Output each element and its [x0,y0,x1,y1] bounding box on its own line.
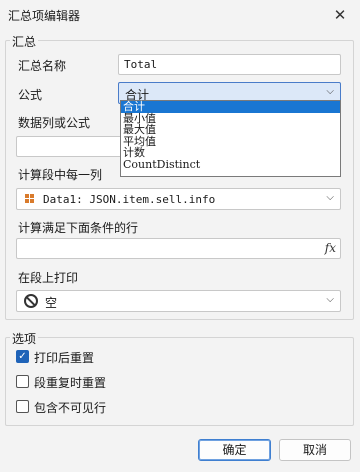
prohibited-icon [24,294,38,308]
checkbox[interactable] [16,375,29,388]
data-source-icon [25,194,35,204]
calc-each-select[interactable]: Data1: JSON.item.sell.info ⌵ [16,188,341,210]
condition-input[interactable]: fx [16,238,341,259]
summary-name-input[interactable]: Total [118,54,341,75]
dropdown-option[interactable]: 合计 [121,101,340,113]
checkbox[interactable] [16,400,29,413]
condition-label: 计算满足下面条件的行 [18,221,139,235]
fx-icon[interactable]: fx [325,241,336,256]
formula-dropdown-list: 合计 最小值 最大值 平均值 计数 CountDistinct [120,100,341,177]
print-on-label: 在段上打印 [18,271,79,285]
option-label: 段重复时重置 [34,376,107,390]
option-label: 包含不可见行 [34,401,107,415]
dropdown-option[interactable]: CountDistinct [121,159,340,171]
calc-each-label: 计算段中每一列 [18,168,103,182]
close-icon[interactable]: ✕ [320,0,360,30]
window-title: 汇总项编辑器 [8,9,81,23]
options-group-label: 选项 [10,330,39,347]
calc-each-value: Data1: JSON.item.sell.info [43,193,216,206]
data-column-label: 数据列或公式 [18,116,91,130]
dropdown-option[interactable]: 平均值 [121,136,340,148]
chevron-down-icon: ⌵ [326,86,334,97]
cancel-button[interactable]: 取消 [279,439,351,461]
chevron-down-icon: ⌵ [326,294,334,305]
ok-button[interactable]: 确定 [198,439,271,461]
title-bar: 汇总项编辑器 ✕ [0,0,360,30]
formula-label: 公式 [18,88,43,102]
name-label: 汇总名称 [18,59,67,73]
option-label: 打印后重置 [34,351,95,365]
checkbox-checked-icon[interactable]: ✓ [16,350,29,363]
print-on-select[interactable]: 空 ⌵ [16,290,341,312]
chevron-down-icon: ⌵ [326,192,334,203]
summary-group-label: 汇总 [10,33,39,50]
print-on-value: 空 [45,296,58,310]
